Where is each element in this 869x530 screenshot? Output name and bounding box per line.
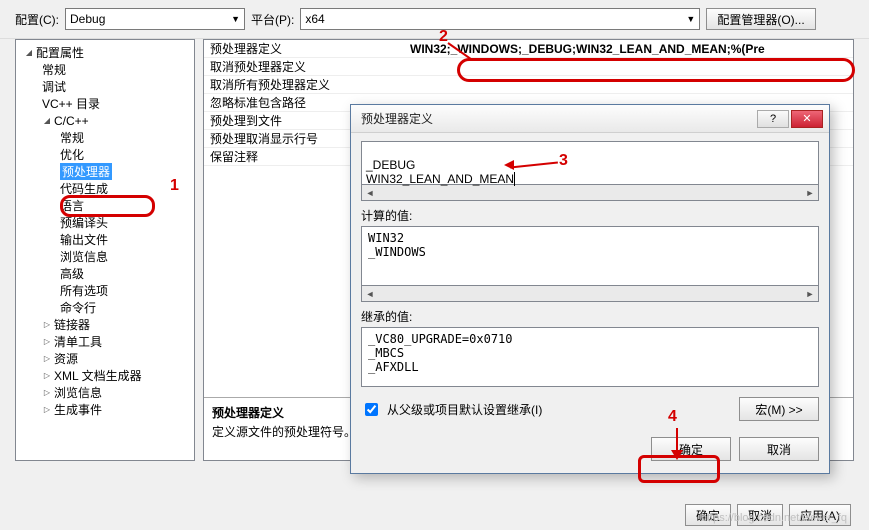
caret-right-icon: ▷ (42, 388, 52, 397)
definitions-textarea[interactable]: _DEBUG WIN32_LEAN_AND_MEAN (361, 141, 819, 185)
dialog-ok-button[interactable]: 确定 (651, 437, 731, 461)
scroll-right-icon[interactable]: ► (802, 286, 818, 301)
tree-item-cc[interactable]: ◢C/C++ (20, 112, 190, 129)
parent-ok-button[interactable]: 确定 (685, 504, 731, 526)
tree-item-cc-pch[interactable]: 预编译头 (20, 214, 190, 231)
caret-right-icon: ▷ (42, 354, 52, 363)
scroll-right-icon[interactable]: ► (802, 185, 818, 200)
dialog-titlebar[interactable]: 预处理器定义 ? ✕ (351, 105, 829, 133)
config-toolbar: 配置(C): Debug ▼ 平台(P): x64 ▼ 配置管理器(O)... (0, 0, 869, 39)
inherited-label: 继承的值: (361, 308, 819, 325)
tree-item-resources[interactable]: ▷资源 (20, 350, 190, 367)
tree-item-cc-codegen[interactable]: 代码生成 (20, 180, 190, 197)
property-tree: ◢配置属性 常规 调试 VC++ 目录 ◢C/C++ 常规 优化 预处理器 代码… (15, 39, 195, 461)
chevron-down-icon: ▼ (686, 14, 695, 24)
parent-dialog-buttons: 确定 取消 应用(A) (685, 504, 851, 526)
parent-cancel-button[interactable]: 取消 (737, 504, 783, 526)
parent-apply-button[interactable]: 应用(A) (789, 504, 851, 526)
scroll-left-icon[interactable]: ◄ (362, 185, 378, 200)
platform-value: x64 (305, 12, 324, 26)
prop-row-preprocessor-definitions[interactable]: 预处理器定义 WIN32;_WINDOWS;_DEBUG;WIN32_LEAN_… (204, 40, 853, 58)
preprocessor-definitions-dialog: 预处理器定义 ? ✕ _DEBUG WIN32_LEAN_AND_MEAN ◄ … (350, 104, 830, 474)
config-combo[interactable]: Debug ▼ (65, 8, 245, 30)
tree-item-manifest[interactable]: ▷清单工具 (20, 333, 190, 350)
tree-item-buildevents[interactable]: ▷生成事件 (20, 401, 190, 418)
prop-row-undef-all[interactable]: 取消所有预处理器定义 (204, 76, 853, 94)
platform-label: 平台(P): (251, 11, 294, 28)
tree-item-cc-advanced[interactable]: 高级 (20, 265, 190, 282)
platform-combo[interactable]: x64 ▼ (300, 8, 700, 30)
dialog-cancel-button[interactable]: 取消 (739, 437, 819, 461)
tree-item-cc-cmdline[interactable]: 命令行 (20, 299, 190, 316)
tree-item-cc-all[interactable]: 所有选项 (20, 282, 190, 299)
config-value: Debug (70, 12, 105, 26)
caret-right-icon: ▷ (42, 320, 52, 329)
tree-item-browseinfo[interactable]: ▷浏览信息 (20, 384, 190, 401)
tree-item-cc-browse[interactable]: 浏览信息 (20, 248, 190, 265)
caret-right-icon: ▷ (42, 371, 52, 380)
caret-down-icon: ◢ (24, 48, 34, 57)
caret-right-icon: ▷ (42, 337, 52, 346)
tree-item-cc-optimization[interactable]: 优化 (20, 146, 190, 163)
config-manager-button[interactable]: 配置管理器(O)... (706, 8, 815, 30)
close-button[interactable]: ✕ (791, 110, 823, 128)
tree-item-cc-output[interactable]: 输出文件 (20, 231, 190, 248)
caret-down-icon: ◢ (42, 116, 52, 125)
tree-item-cc-preprocessor[interactable]: 预处理器 (20, 163, 190, 180)
tree-item-linker[interactable]: ▷链接器 (20, 316, 190, 333)
tree-item-xmldoc[interactable]: ▷XML 文档生成器 (20, 367, 190, 384)
calc-scrollbar[interactable]: ◄► (361, 286, 819, 302)
tree-item-config-props[interactable]: ◢配置属性 (20, 44, 190, 61)
tree-item-vcdirs[interactable]: VC++ 目录 (20, 95, 190, 112)
caret-right-icon: ▷ (42, 405, 52, 414)
dialog-title: 预处理器定义 (361, 110, 755, 127)
calculated-label: 计算的值: (361, 207, 819, 224)
inherited-values: _VC80_UPGRADE=0x0710 _MBCS _AFXDLL (361, 327, 819, 387)
textarea-scrollbar[interactable]: ◄ ► (361, 185, 819, 201)
scroll-left-icon[interactable]: ◄ (362, 286, 378, 301)
config-label: 配置(C): (15, 11, 59, 28)
macro-button[interactable]: 宏(M) >> (739, 397, 819, 421)
tree-item-general[interactable]: 常规 (20, 61, 190, 78)
tree-item-cc-general[interactable]: 常规 (20, 129, 190, 146)
inherit-checkbox-label: 从父级或项目默认设置继承(I) (387, 401, 542, 418)
tree-item-debugging[interactable]: 调试 (20, 78, 190, 95)
help-button[interactable]: ? (757, 110, 789, 128)
prop-row-undef[interactable]: 取消预处理器定义 (204, 58, 853, 76)
chevron-down-icon: ▼ (231, 14, 240, 24)
tree-item-cc-language[interactable]: 语言 (20, 197, 190, 214)
calculated-values: WIN32 _WINDOWS (361, 226, 819, 286)
inherit-checkbox[interactable] (365, 403, 378, 416)
